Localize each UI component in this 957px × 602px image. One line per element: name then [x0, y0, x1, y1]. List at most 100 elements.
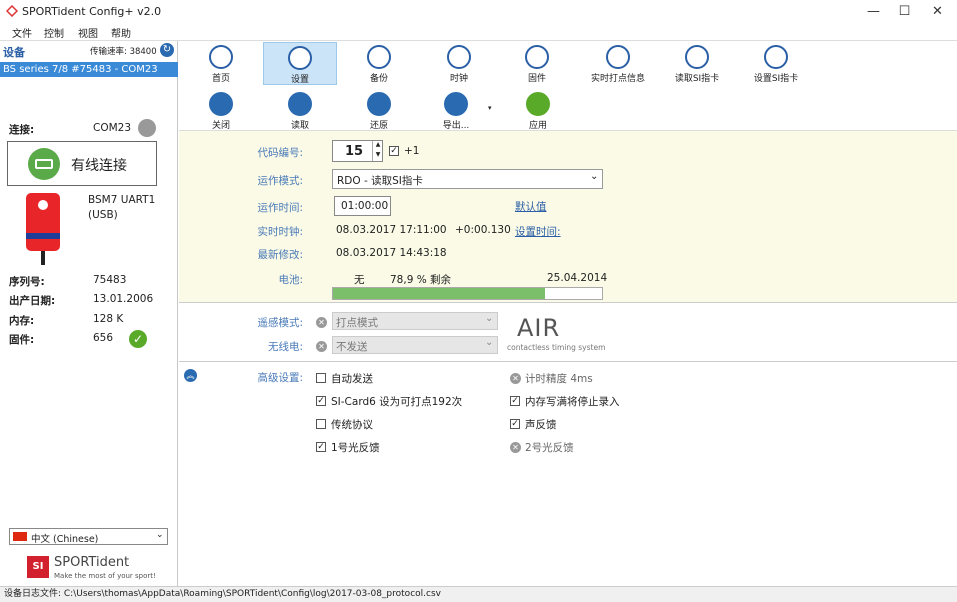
firmware-value: 656 [93, 332, 114, 344]
operating-time-input[interactable]: 01:00:00 [334, 196, 391, 216]
apply-check-icon [526, 92, 550, 116]
stepper-up-icon[interactable]: ▲ [372, 141, 383, 151]
tab-configure-card-label: 设置SI指卡 [753, 74, 799, 84]
battery-none: 无 [354, 274, 365, 286]
refresh-icon[interactable]: ↻ [160, 43, 174, 57]
remote-disabled-icon: ✕ [316, 317, 327, 328]
restore-label: 还原 [369, 121, 388, 131]
tab-backup-label: 备份 [369, 74, 388, 84]
tab-home[interactable]: 首页 [184, 42, 258, 85]
option-label: SI-Card6 设为可打点192次 [331, 396, 463, 408]
connection-label: 连接: [9, 124, 35, 136]
connection-port: COM23 [93, 122, 132, 134]
plus-one-checkbox[interactable]: ✓ [389, 146, 399, 156]
device-panel: 设备 传输速率: 38400 ↻ BS series 7/8 #75483 - … [0, 41, 178, 586]
backup-icon [367, 45, 391, 69]
tab-home-label: 首页 [211, 74, 230, 84]
serial-label: 序列号: [9, 276, 45, 288]
restore-button[interactable]: 还原 [342, 89, 416, 132]
tab-realtime-label: 实时打点信息 [590, 74, 645, 84]
apply-label: 应用 [528, 121, 547, 131]
option-label: 传统协议 [331, 419, 373, 431]
tab-configure-si-card[interactable]: 设置SI指卡 [739, 42, 813, 85]
devices-label: 设备 [3, 46, 25, 59]
air-logo-text: AIR [517, 314, 561, 342]
usb-device-icon [28, 148, 60, 180]
export-button[interactable]: 导出... [419, 89, 493, 132]
logo-tagline: Make the most of your sport! [54, 572, 156, 580]
toolbar: 首页 设置 备份 时钟 固件 实时打点信息 读取SI指卡 设置SI指卡 关闭 读… [179, 41, 957, 131]
remote-mode-value: 打点模式 [336, 317, 378, 329]
production-date-value: 13.01.2006 [93, 293, 154, 305]
mode-select[interactable]: RDO - 读取SI指卡 ⌄ [332, 169, 603, 189]
home-icon [209, 45, 233, 69]
air-tagline: contactless timing system [507, 343, 606, 352]
option-checkbox[interactable] [316, 419, 326, 429]
apply-button[interactable]: 应用 [501, 89, 575, 132]
set-time-link[interactable]: 设置时间: [515, 224, 561, 239]
read-button[interactable]: 读取 [263, 89, 337, 132]
device-model: BSM7 UART1 [88, 194, 156, 206]
restore-icon [367, 92, 391, 116]
last-modified-value: 08.03.2017 14:43:18 [336, 247, 447, 259]
wired-connection-button[interactable]: 有线连接 [7, 141, 157, 186]
language-value: 中文 (Chinese) [31, 534, 99, 545]
serial-value: 75483 [93, 274, 127, 286]
close-device-button[interactable]: 关闭 [184, 89, 258, 132]
minimize-button[interactable]: — [858, 0, 889, 23]
menu-file[interactable]: 文件 [12, 25, 32, 40]
menu-view[interactable]: 视图 [78, 25, 98, 40]
device-list-item[interactable]: BS series 7/8 #75483 - COM23 [0, 62, 178, 77]
clock-value: 08.03.2017 17:11:00 [336, 224, 447, 236]
firmware-label: 固件: [9, 334, 35, 346]
air-logo: AIR contactless timing system [507, 314, 617, 354]
option-checkbox[interactable]: ✓ [316, 396, 326, 406]
tab-read-si-card[interactable]: 读取SI指卡 [660, 42, 734, 85]
baud-rate: 传输速率: 38400 [90, 47, 157, 57]
settings-panel: 代码编号: 15 ▲ ▼ ✓ +1 运作模式: RDO - 读取SI指卡 ⌄ 运… [179, 131, 957, 303]
battery-date: 25.04.2014 [547, 272, 608, 284]
plus-one-label: +1 [404, 145, 420, 157]
code-number-value: 15 [345, 144, 364, 159]
configure-card-icon [764, 45, 788, 69]
firmware-icon [525, 45, 549, 69]
radio-value: 不发送 [336, 341, 368, 353]
stepper-down-icon[interactable]: ▼ [372, 151, 383, 161]
read-card-icon [685, 45, 709, 69]
app-icon [6, 5, 18, 17]
tab-settings[interactable]: 设置 [263, 42, 337, 85]
battery-bar [332, 287, 603, 300]
menu-help[interactable]: 帮助 [111, 25, 131, 40]
radio-disabled-icon: ✕ [316, 341, 327, 352]
chevron-down-icon: ⌄ [590, 171, 599, 182]
close-device-label: 关闭 [211, 121, 230, 131]
battery-label: 电池: [278, 274, 303, 286]
export-dropdown-icon[interactable]: ▾ [488, 104, 492, 112]
power-icon [209, 92, 233, 116]
export-icon [444, 92, 468, 116]
chevron-down-icon: ⌄ [485, 313, 494, 324]
production-date-label: 出产日期: [9, 295, 56, 307]
option-label: 内存写满将停止录入 [525, 396, 620, 408]
tab-settings-label: 设置 [290, 75, 309, 85]
language-select[interactable]: 中文 (Chinese) ⌄ [9, 528, 168, 545]
tab-clock[interactable]: 时钟 [422, 42, 496, 85]
default-value-link[interactable]: 默认值 [515, 199, 547, 214]
option-checkbox[interactable]: ✓ [510, 396, 520, 406]
close-button[interactable]: ✕ [922, 0, 953, 23]
option-checkbox[interactable] [316, 373, 326, 383]
maximize-button[interactable]: ☐ [889, 0, 920, 23]
advanced-label: 高级设置: [257, 372, 303, 384]
tab-realtime-punches[interactable]: 实时打点信息 [581, 42, 655, 85]
clock-label: 实时时钟: [257, 226, 303, 238]
option-label: 声反馈 [525, 419, 557, 431]
tab-read-card-label: 读取SI指卡 [674, 74, 720, 84]
read-label: 读取 [290, 121, 309, 131]
mode-label: 运作模式: [257, 175, 303, 187]
tab-backup[interactable]: 备份 [342, 42, 416, 85]
menu-control[interactable]: 控制 [44, 25, 64, 40]
tab-firmware[interactable]: 固件 [500, 42, 574, 85]
option-checkbox[interactable]: ✓ [510, 419, 520, 429]
option-checkbox[interactable]: ✓ [316, 442, 326, 452]
code-number-stepper[interactable]: 15 ▲ ▼ [332, 140, 383, 162]
